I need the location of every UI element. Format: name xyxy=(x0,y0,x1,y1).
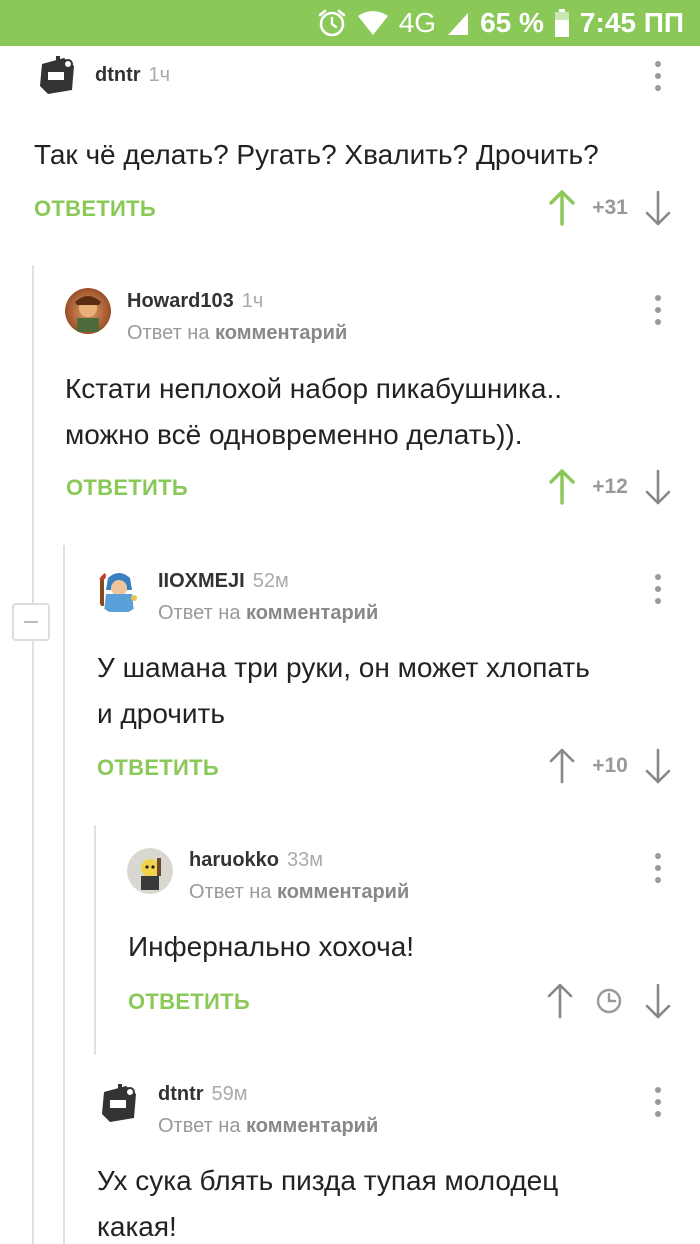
avatar[interactable] xyxy=(96,568,142,614)
more-options-icon[interactable] xyxy=(654,1087,662,1117)
comment-time: 59м xyxy=(211,1083,248,1105)
reply-context: Ответ на комментарий xyxy=(189,881,410,903)
downvote-arrow-icon[interactable] xyxy=(644,983,672,1019)
username[interactable]: Howard103 1ч xyxy=(127,290,263,313)
comment-time: 52м xyxy=(252,570,289,592)
status-icons: 4G 65 % 7:45 ПП xyxy=(317,0,684,46)
username[interactable]: dtntr 59м xyxy=(158,1083,248,1106)
vote-controls: +31 xyxy=(548,188,672,228)
comment-text: Инфернально хохоча! xyxy=(128,931,415,962)
upvote-arrow-icon[interactable] xyxy=(548,190,576,226)
reply-target-link[interactable]: комментарий xyxy=(246,602,378,624)
reply-target-link[interactable]: комментарий xyxy=(246,1115,378,1137)
comment-text-line: какая! xyxy=(97,1211,177,1242)
battery-percent: 65 % xyxy=(480,7,544,38)
avatar[interactable] xyxy=(34,52,80,98)
robot-avatar-icon xyxy=(34,52,80,98)
avatar[interactable] xyxy=(96,1080,142,1126)
reply-context: Ответ на комментарий xyxy=(127,322,348,344)
thread-line-level-1 xyxy=(32,265,34,1244)
robot-avatar-icon xyxy=(96,1080,142,1126)
downvote-arrow-icon[interactable] xyxy=(644,748,672,784)
username[interactable]: haruokko 33м xyxy=(189,849,323,872)
comment-text-line: и дрочить xyxy=(97,698,225,729)
thread-line-level-2 xyxy=(63,545,65,1244)
comment-time: 33м xyxy=(287,849,324,871)
rating: +10 xyxy=(592,754,628,777)
downvote-arrow-icon[interactable] xyxy=(644,469,672,505)
network-type: 4G xyxy=(398,7,437,38)
alarm-icon xyxy=(318,9,346,37)
comment-time: 1ч xyxy=(148,64,171,86)
upvote-arrow-icon[interactable] xyxy=(546,983,574,1019)
username[interactable]: dtntr 1ч xyxy=(95,64,170,87)
more-options-icon[interactable] xyxy=(654,61,662,91)
reply-button[interactable]: ОТВЕТИТЬ xyxy=(66,475,188,501)
reply-button[interactable]: ОТВЕТИТЬ xyxy=(97,755,219,781)
vote-controls xyxy=(546,981,672,1021)
rating: +31 xyxy=(592,196,628,219)
reply-context: Ответ на комментарий xyxy=(158,1115,379,1137)
username[interactable]: IIOXMEJI 52м xyxy=(158,570,289,593)
downvote-arrow-icon[interactable] xyxy=(644,190,672,226)
more-options-icon[interactable] xyxy=(654,574,662,604)
comment-time: 1ч xyxy=(241,290,264,312)
comment-text: Кстати неплохой набор пикабушника.. можн… xyxy=(65,366,685,458)
reply-target-link[interactable]: комментарий xyxy=(277,881,409,903)
reply-target-link[interactable]: комментарий xyxy=(215,322,347,344)
more-options-icon[interactable] xyxy=(654,853,662,883)
comment-text-line: У шамана три руки, он может хлопать xyxy=(97,652,590,683)
comment-text: Ух сука блять пизда тупая молодец какая! xyxy=(97,1158,687,1244)
reply-context: Ответ на комментарий xyxy=(158,602,379,624)
vote-controls: +12 xyxy=(548,467,672,507)
shaman-avatar-icon xyxy=(96,568,142,614)
reply-button[interactable]: ОТВЕТИТЬ xyxy=(34,196,156,222)
character-avatar-icon xyxy=(65,288,111,334)
upvote-arrow-icon[interactable] xyxy=(548,748,576,784)
avatar[interactable] xyxy=(65,288,111,334)
wifi-icon xyxy=(357,11,388,35)
collapse-thread-button[interactable] xyxy=(12,603,50,641)
clock-icon xyxy=(596,988,622,1014)
thread-line-level-3 xyxy=(94,825,96,1055)
vote-controls: +10 xyxy=(548,746,672,786)
signal-icon xyxy=(448,13,469,35)
comment-text: У шамана три руки, он может хлопать и др… xyxy=(97,645,687,737)
upvote-arrow-icon[interactable] xyxy=(548,469,576,505)
avatar[interactable] xyxy=(127,848,173,894)
more-options-icon[interactable] xyxy=(654,295,662,325)
rating: +12 xyxy=(592,475,628,498)
comment-text-line: можно всё одновременно делать)). xyxy=(65,419,523,450)
clock: 7:45 ПП xyxy=(579,7,684,38)
status-bar: 4G 65 % 7:45 ПП xyxy=(0,0,700,46)
reply-button[interactable]: ОТВЕТИТЬ xyxy=(128,989,250,1015)
comment-text-line: Кстати неплохой набор пикабушника.. xyxy=(65,373,563,404)
comment-text-line: Ух сука блять пизда тупая молодец xyxy=(97,1165,559,1196)
battery-icon xyxy=(554,9,569,37)
cartoon-avatar-icon xyxy=(127,848,173,894)
comment-text: Так чё делать? Ругать? Хвалить? Дрочить? xyxy=(34,139,599,170)
